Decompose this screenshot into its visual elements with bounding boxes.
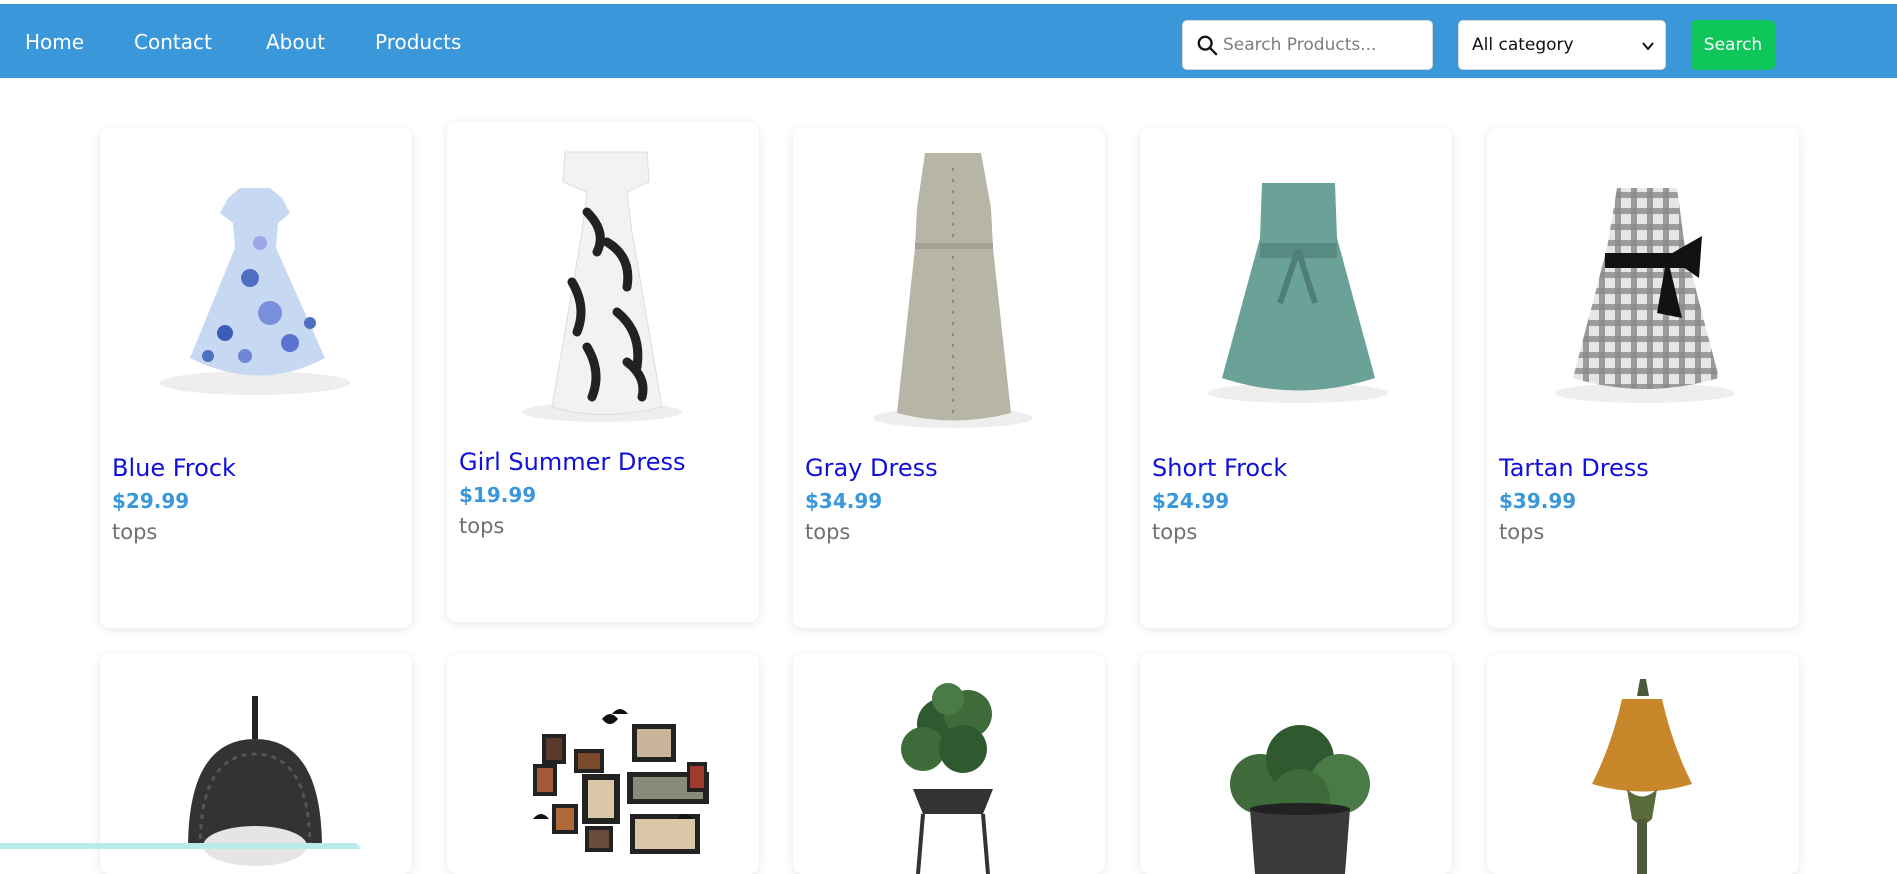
product-price: $39.99 xyxy=(1499,489,1577,513)
product-card[interactable]: Tartan Dress $39.99 tops xyxy=(1487,128,1799,628)
category-select[interactable]: All category xyxy=(1458,20,1666,70)
product-price: $24.99 xyxy=(1152,489,1230,513)
dress-icon xyxy=(1208,183,1388,403)
product-price: $29.99 xyxy=(112,489,190,513)
product-card[interactable] xyxy=(793,654,1105,874)
product-card[interactable]: Girl Summer Dress $19.99 tops xyxy=(447,122,759,622)
product-name[interactable]: Tartan Dress xyxy=(1499,454,1649,482)
product-price: $19.99 xyxy=(459,483,537,507)
nav-link-contact[interactable]: Contact xyxy=(134,30,212,54)
photo-frames-icon xyxy=(533,709,709,854)
table-lamp-icon xyxy=(1592,679,1692,874)
product-card[interactable] xyxy=(100,654,412,874)
search-button[interactable]: Search xyxy=(1691,20,1775,70)
dress-icon xyxy=(873,153,1033,428)
header-nav-bar: Home Contact About Products All category… xyxy=(0,4,1897,78)
search-input[interactable] xyxy=(1223,29,1423,61)
product-card[interactable]: Gray Dress $34.99 tops xyxy=(793,128,1105,628)
chevron-down-icon xyxy=(1642,42,1654,51)
product-card[interactable] xyxy=(1487,654,1799,874)
dress-icon xyxy=(522,151,682,422)
product-card[interactable] xyxy=(447,654,759,874)
plant-pot-icon xyxy=(1230,725,1370,874)
search-icon xyxy=(1197,35,1218,56)
product-category: tops xyxy=(1152,520,1198,544)
product-category: tops xyxy=(112,520,158,544)
product-category: tops xyxy=(459,514,505,538)
scroll-progress-bar xyxy=(0,843,360,849)
hanging-chair-icon xyxy=(188,696,322,866)
product-card[interactable]: Short Frock $24.99 tops xyxy=(1140,128,1452,628)
product-name[interactable]: Girl Summer Dress xyxy=(459,448,686,476)
product-name[interactable]: Blue Frock xyxy=(112,454,236,482)
dress-icon xyxy=(160,188,350,395)
product-category: tops xyxy=(805,520,851,544)
product-category: tops xyxy=(1499,520,1545,544)
product-name[interactable]: Short Frock xyxy=(1152,454,1287,482)
product-card[interactable] xyxy=(1140,654,1452,874)
category-select-value: All category xyxy=(1472,35,1574,55)
nav-link-home[interactable]: Home xyxy=(25,30,84,54)
search-box xyxy=(1182,20,1433,70)
potted-plant-icon xyxy=(901,683,993,874)
nav-link-products[interactable]: Products xyxy=(375,30,461,54)
product-name[interactable]: Gray Dress xyxy=(805,454,938,482)
product-price: $34.99 xyxy=(805,489,883,513)
dress-icon xyxy=(1555,188,1735,403)
product-card[interactable]: Blue Frock $29.99 tops xyxy=(100,128,412,628)
nav-link-about[interactable]: About xyxy=(266,30,325,54)
